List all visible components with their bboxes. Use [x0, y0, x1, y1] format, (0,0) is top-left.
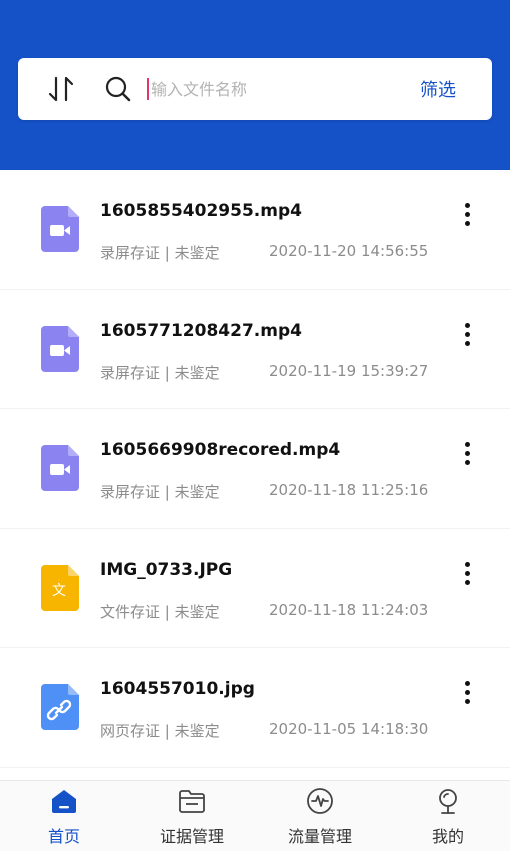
file-category: 文件存证 | 未鉴定 [100, 602, 220, 621]
file-name: 1605855402955.mp4 [100, 201, 302, 221]
file-list-item[interactable]: 1605855402955.mp4 录屏存证 | 未鉴定 2020-11-20 … [0, 170, 510, 290]
file-list-item[interactable]: 1605771208427.mp4 录屏存证 | 未鉴定 2020-11-19 … [0, 290, 510, 409]
video-file-icon [41, 445, 79, 491]
more-options-icon[interactable] [452, 678, 482, 708]
tab-label: 证据管理 [159, 827, 224, 846]
video-file-icon [41, 325, 79, 372]
document-file-icon: 文 [41, 564, 79, 611]
file-category: 录屏存证 | 未鉴定 [100, 244, 220, 262]
more-options-icon[interactable] [452, 439, 482, 469]
user-icon [439, 789, 457, 814]
folder-icon [179, 790, 205, 813]
file-name: 1605669908recored.mp4 [100, 440, 341, 460]
file-category: 录屏存证 | 未鉴定 [100, 483, 220, 501]
file-list-item[interactable]: 1604557010.jpg 网页存证 | 未鉴定 2020-11-05 14:… [0, 648, 510, 768]
search-icon[interactable] [104, 75, 132, 103]
file-name: 1605771208427.mp4 [100, 320, 302, 341]
search-input[interactable] [151, 74, 401, 104]
pulse-icon [307, 788, 333, 814]
tab-label: 我的 [431, 827, 464, 846]
tab-evidence-management[interactable]: 证据管理 [128, 781, 256, 851]
file-list-item[interactable]: 1605669908recored.mp4 录屏存证 | 未鉴定 2020-11… [0, 409, 510, 529]
file-list: 1605855402955.mp4 录屏存证 | 未鉴定 2020-11-20 … [0, 170, 510, 780]
file-timestamp: 2020-11-18 11:24:03 [269, 600, 429, 619]
file-timestamp: 2020-11-19 15:39:27 [269, 361, 429, 380]
tab-label: 首页 [47, 827, 80, 846]
text-cursor [147, 78, 149, 100]
svg-text:文: 文 [52, 583, 66, 599]
more-options-icon[interactable] [452, 200, 482, 230]
link-file-icon [41, 684, 79, 730]
filter-button[interactable]: 筛选 [420, 76, 456, 102]
file-name: IMG_0733.JPG [100, 559, 233, 580]
file-timestamp: 2020-11-05 14:18:30 [269, 720, 429, 738]
sort-icon[interactable] [46, 74, 76, 104]
home-icon [52, 790, 76, 813]
tab-me[interactable]: 我的 [384, 781, 510, 851]
video-file-icon [41, 206, 79, 252]
file-timestamp: 2020-11-18 11:25:16 [269, 481, 429, 499]
bottom-tab-bar: 首页 证据管理 流量管理 我的 [0, 780, 510, 851]
more-options-icon[interactable] [452, 320, 482, 350]
tab-label: 流量管理 [287, 827, 352, 846]
more-options-icon[interactable] [452, 559, 482, 589]
search-bar: 筛选 [18, 58, 492, 120]
file-category: 网页存证 | 未鉴定 [100, 722, 220, 740]
tab-home[interactable]: 首页 [0, 781, 128, 851]
file-list-item[interactable]: 文 IMG_0733.JPG 文件存证 | 未鉴定 2020-11-18 11:… [0, 529, 510, 648]
file-timestamp: 2020-11-20 14:56:55 [269, 242, 429, 260]
tab-traffic-management[interactable]: 流量管理 [256, 781, 384, 851]
file-name: 1604557010.jpg [100, 679, 255, 699]
file-category: 录屏存证 | 未鉴定 [100, 363, 220, 382]
